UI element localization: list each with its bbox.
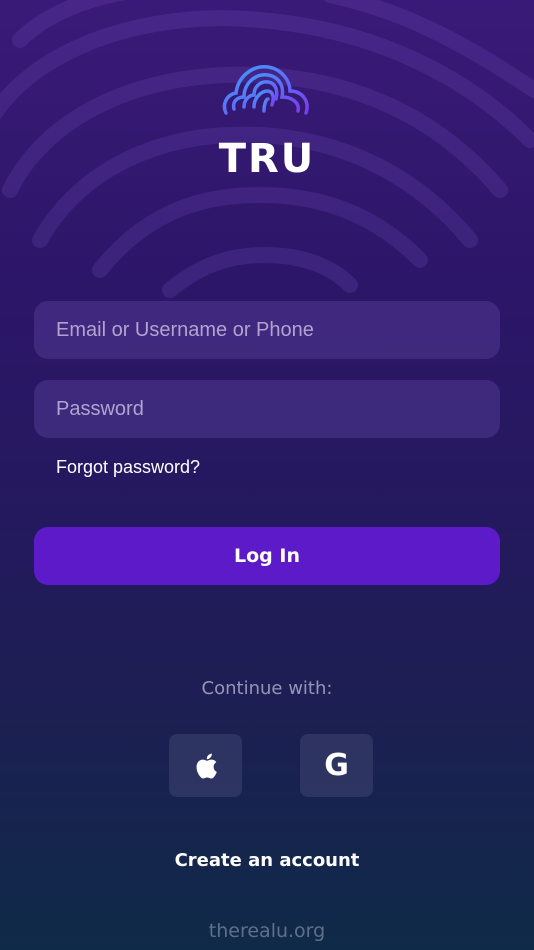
login-button[interactable]: Log In <box>34 527 500 585</box>
fingerprint-cloud-logo <box>222 65 309 115</box>
create-account-link[interactable]: Create an account <box>0 850 534 871</box>
footer-domain: therealu.org <box>208 920 326 942</box>
email-username-phone-input[interactable] <box>34 301 500 359</box>
continue-with-label: Continue with: <box>201 678 333 699</box>
apple-icon <box>196 753 217 778</box>
google-signin-button[interactable]: G <box>300 734 373 797</box>
apple-signin-button[interactable] <box>169 734 242 797</box>
password-input[interactable] <box>34 380 500 438</box>
brand-title: TRU <box>218 136 316 182</box>
google-icon: G <box>324 748 349 783</box>
forgot-password-link[interactable]: Forgot password? <box>56 457 200 478</box>
